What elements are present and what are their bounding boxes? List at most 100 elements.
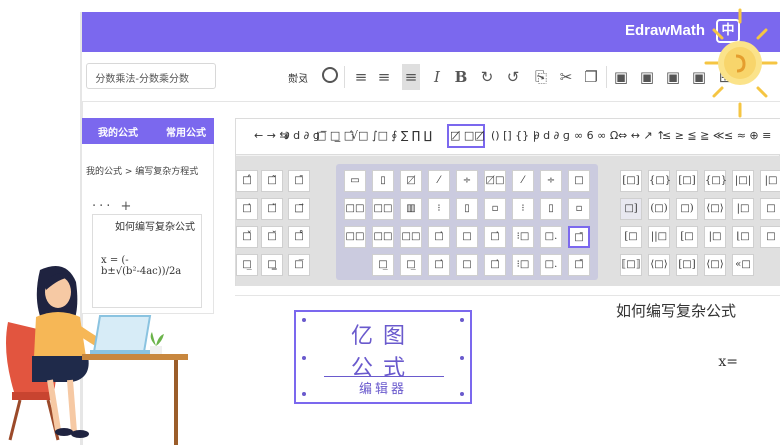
symbol-cell[interactable]: [□	[676, 226, 698, 248]
symbol-cell[interactable]: □̇	[484, 226, 506, 248]
symbol-cell[interactable]: ▥	[400, 198, 422, 220]
bold-icon[interactable]: B	[452, 68, 470, 86]
symbol-cell[interactable]: ⁄	[512, 170, 534, 192]
symbol-cell[interactable]: (□)	[648, 198, 670, 220]
align-center-icon[interactable]: ≡	[375, 68, 393, 86]
symbol-cell[interactable]: ⁝	[512, 198, 534, 220]
symbol-cell[interactable]: |□|	[732, 170, 754, 192]
symbol-cell[interactable]: □□	[372, 226, 394, 248]
redo-icon[interactable]: ↻	[478, 68, 496, 86]
symbol-cell[interactable]: ▫	[484, 198, 506, 220]
symbol-cell[interactable]: □□	[344, 226, 366, 248]
symbol-cell[interactable]: [□]	[676, 254, 698, 276]
symbol-cell[interactable]: ▫	[568, 198, 590, 220]
align-right-icon[interactable]: ≡	[402, 64, 420, 90]
symbol-cell[interactable]: □̸	[400, 170, 422, 192]
symbol-cell[interactable]: ⌊□	[732, 226, 754, 248]
symbol-cell[interactable]: ▯	[456, 198, 478, 220]
symbol-cell[interactable]: «□	[732, 254, 754, 276]
symbol-cell[interactable]: □.	[540, 226, 562, 248]
symbol-cell[interactable]: ⁄	[428, 170, 450, 192]
formula-input-mark[interactable]: x=	[718, 354, 738, 370]
symbol-cell[interactable]: [□]	[676, 170, 698, 192]
symbol-cell[interactable]: □	[456, 226, 478, 248]
cut-icon[interactable]: ✂	[557, 68, 575, 86]
symbol-cell[interactable]: □⃗	[288, 198, 310, 220]
symbol-cell[interactable]: {□}	[648, 170, 671, 192]
align-left-icon[interactable]: ≡	[352, 68, 370, 86]
symbol-cell[interactable]: □□	[372, 198, 394, 220]
symbol-cell[interactable]: □̇	[484, 254, 506, 276]
symbol-cell[interactable]: □̇	[236, 198, 258, 220]
symbol-cell[interactable]: □̇	[428, 226, 450, 248]
symbol-cell[interactable]: |□	[760, 170, 780, 192]
undo-icon[interactable]: ↺	[504, 68, 522, 86]
symbol-cell[interactable]: ⁝□	[512, 254, 534, 276]
symbol-cell[interactable]: □	[456, 254, 478, 276]
symbol-cell[interactable]: ÷	[540, 170, 562, 192]
symbol-category[interactable]: ≤ ≥ ≦ ≧ ≪	[662, 129, 724, 142]
symbol-cell[interactable]: □.	[540, 254, 562, 276]
symbol-cell[interactable]: □̊	[288, 226, 310, 248]
symbol-cell[interactable]: □	[568, 170, 590, 192]
symbol-cell[interactable]: □	[760, 226, 780, 248]
tab-my-formulas[interactable]: 我的公式	[98, 124, 138, 139]
symbol-cell[interactable]: □̲	[400, 254, 422, 276]
copy-icon[interactable]: ❐	[582, 68, 600, 86]
symbol-cell[interactable]: ⟨□⟩	[648, 254, 670, 276]
symbol-cell[interactable]: □̅	[288, 254, 310, 276]
search-input[interactable]: 分数乘法-分数乘分数	[86, 63, 216, 89]
symbol-category[interactable]: ⇔ ↔ ↗ ↑	[618, 129, 665, 142]
symbol-category-selected[interactable]: □̸ □□̸	[450, 129, 485, 142]
symbol-cell[interactable]: □	[760, 198, 780, 220]
symbol-cell[interactable]: ⁝	[428, 198, 450, 220]
symbol-cell[interactable]: □̄	[568, 254, 590, 276]
symbol-category[interactable]: ∂ d ∂ ɡ	[284, 129, 320, 142]
symbol-cell[interactable]: [□]	[620, 170, 642, 192]
symbol-cell[interactable]: ▯	[372, 170, 394, 192]
symbol-cell[interactable]: □□	[344, 198, 366, 220]
export-latex-icon[interactable]: ▣	[612, 68, 630, 86]
formula-editor[interactable]: 如何编写复杂公式 x= 亿图 公式 编辑器	[235, 295, 780, 445]
italic-icon[interactable]: I	[428, 68, 446, 86]
symbol-cell[interactable]: ⁝□	[512, 226, 534, 248]
feedback-button[interactable]: 反馈	[288, 70, 308, 85]
symbol-cell[interactable]: □̄	[288, 170, 310, 192]
symbol-cell[interactable]: ||□	[648, 226, 670, 248]
symbol-cell[interactable]: □̃	[261, 170, 283, 192]
paste-icon[interactable]: ⎘	[532, 68, 550, 86]
symbol-cell[interactable]: [□	[620, 226, 642, 248]
symbol-cell[interactable]: □)	[676, 198, 698, 220]
symbol-category[interactable]: ∂ d ∂ ɡ	[534, 129, 570, 142]
symbol-cell[interactable]: □]	[620, 198, 642, 220]
symbol-cell[interactable]: □̸□	[484, 170, 506, 192]
symbol-cell[interactable]: ⟨□⟩	[704, 254, 726, 276]
symbol-cell[interactable]: □̲	[372, 254, 394, 276]
symbol-category[interactable]: □̅ □̲ □̂	[316, 129, 354, 142]
breadcrumb[interactable]: 我的公式 > 编写复杂方程式	[86, 164, 198, 177]
symbol-cell[interactable]: ▯	[540, 198, 562, 220]
symbol-cell[interactable]: ÷	[456, 170, 478, 192]
symbol-cell[interactable]: □̂	[236, 170, 258, 192]
symbol-cell[interactable]: □̳	[261, 254, 283, 276]
symbol-category[interactable]: ∞ 6 ∞ Ω	[574, 129, 618, 142]
symbol-cell[interactable]: □□	[400, 226, 422, 248]
symbol-cell[interactable]: □̌	[236, 226, 258, 248]
tab-common-formulas[interactable]: 常用公式	[166, 124, 206, 139]
symbol-cell[interactable]: □̈	[261, 198, 283, 220]
more-add-row[interactable]: ··· +	[92, 199, 134, 214]
symbol-cell[interactable]: □̲	[236, 254, 258, 276]
export-mathml-icon[interactable]: ▣	[638, 68, 656, 86]
symbol-cell[interactable]: |□	[732, 198, 754, 220]
symbol-cell-selected[interactable]: □̄	[568, 226, 590, 248]
export-image-icon[interactable]: ▣	[664, 68, 682, 86]
symbol-cell[interactable]: ⟨□⟩	[704, 198, 726, 220]
symbol-cell[interactable]: {□}	[704, 170, 727, 192]
symbol-cell[interactable]: ▭	[344, 170, 366, 192]
symbol-cell[interactable]: □̇	[428, 254, 450, 276]
symbol-category[interactable]: ≤ ≈ ⊕ ≡	[724, 129, 771, 142]
symbol-cell[interactable]: □̆	[261, 226, 283, 248]
feedback-icon[interactable]	[322, 67, 338, 83]
symbol-cell[interactable]: ⟦□⟧	[620, 254, 642, 276]
symbol-category[interactable]: √□ ∫□ ∮	[351, 129, 397, 142]
